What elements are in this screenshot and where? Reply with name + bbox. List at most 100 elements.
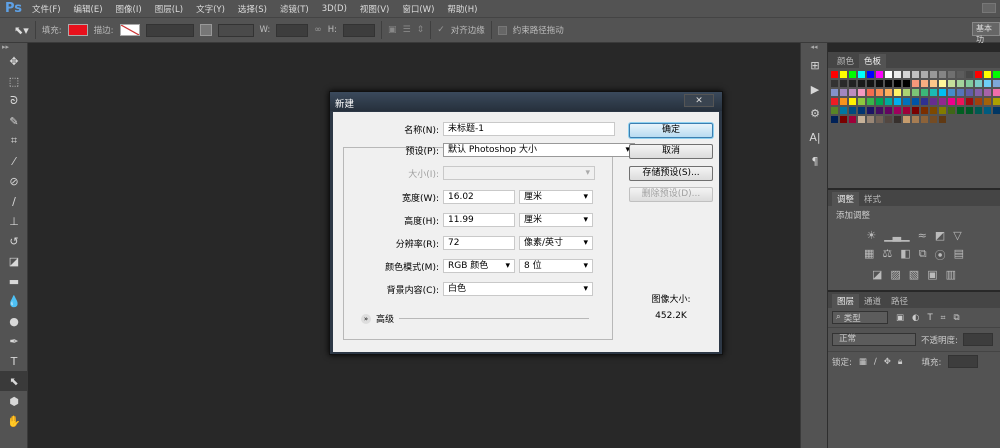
color-swatch[interactable] (947, 79, 956, 88)
color-swatch[interactable] (920, 97, 929, 106)
color-mode-select[interactable]: RGB 颜色 (443, 259, 515, 273)
color-balance-icon[interactable]: ⚖ (882, 247, 892, 263)
cancel-button[interactable]: 取消 (629, 144, 713, 159)
color-swatch[interactable] (965, 106, 974, 115)
color-swatch[interactable] (848, 88, 857, 97)
color-swatch[interactable] (875, 88, 884, 97)
color-swatch[interactable] (992, 106, 1000, 115)
color-swatch[interactable] (902, 115, 911, 124)
name-input[interactable]: 未标题-1 (443, 122, 615, 136)
color-swatch[interactable] (947, 97, 956, 106)
color-swatch[interactable] (830, 88, 839, 97)
color-swatch[interactable] (938, 106, 947, 115)
color-swatch[interactable] (956, 79, 965, 88)
menu-filter[interactable]: 滤镜(T) (280, 3, 309, 15)
path-select-tool-icon[interactable]: ⬉ (0, 371, 28, 391)
filter-type-icon[interactable]: T (927, 313, 932, 323)
menu-image[interactable]: 图像(I) (116, 3, 142, 15)
actions-play-icon[interactable]: ▶ (801, 77, 829, 101)
color-swatch[interactable] (884, 79, 893, 88)
preset-select[interactable]: 默认 Photoshop 大小 (443, 143, 635, 157)
color-swatch[interactable] (938, 97, 947, 106)
color-swatch[interactable] (911, 88, 920, 97)
levels-icon[interactable]: ▁▃▁ (884, 229, 909, 242)
color-swatch[interactable] (848, 79, 857, 88)
posterize-icon[interactable]: ▨ (890, 268, 900, 281)
color-swatch[interactable] (974, 97, 983, 106)
width-field[interactable] (276, 23, 309, 37)
workspace-switcher[interactable]: 基本功 (972, 22, 1000, 44)
color-swatch[interactable] (974, 70, 983, 79)
color-swatch[interactable] (974, 88, 983, 97)
menu-layer[interactable]: 图层(L) (155, 3, 183, 15)
color-swatch[interactable] (911, 79, 920, 88)
gradient-map-icon[interactable]: ▥ (946, 268, 956, 281)
filter-pixel-icon[interactable]: ▣ (896, 313, 904, 323)
color-swatch[interactable] (974, 106, 983, 115)
stroke-type-dropdown[interactable] (217, 23, 254, 37)
opacity-field[interactable] (962, 333, 993, 346)
tab-channels[interactable]: 通道 (859, 294, 886, 308)
blend-mode-dropdown[interactable]: 正常 (832, 333, 916, 346)
selective-color-icon[interactable]: ▣ (927, 268, 937, 281)
color-swatch[interactable] (830, 79, 839, 88)
color-swatch[interactable] (929, 70, 938, 79)
tab-paths[interactable]: 路径 (886, 294, 913, 308)
color-swatch[interactable] (938, 88, 947, 97)
color-swatch[interactable] (848, 115, 857, 124)
path-alignment-icon[interactable]: ☰ (403, 25, 411, 35)
link-icon[interactable]: ∞ (314, 25, 322, 35)
constrain-path-checkbox[interactable] (497, 25, 507, 35)
lock-transparent-icon[interactable]: ▦ (859, 357, 867, 367)
tab-adjustments[interactable]: 调整 (832, 192, 860, 206)
color-swatch[interactable] (866, 79, 875, 88)
color-swatch[interactable] (857, 70, 866, 79)
fill-swatch[interactable] (67, 24, 88, 36)
color-swatch[interactable] (965, 70, 974, 79)
color-swatch[interactable] (956, 97, 965, 106)
color-swatch[interactable] (956, 70, 965, 79)
eraser-tool-icon[interactable]: ◪ (0, 251, 28, 271)
color-swatch[interactable] (929, 88, 938, 97)
color-swatch[interactable] (983, 70, 992, 79)
color-swatch[interactable] (929, 106, 938, 115)
healing-brush-icon[interactable]: ⊘ (0, 171, 28, 191)
color-swatch[interactable] (866, 70, 875, 79)
tab-color[interactable]: 颜色 (832, 54, 859, 68)
color-swatch[interactable] (866, 88, 875, 97)
color-swatch[interactable] (992, 88, 1000, 97)
color-swatch[interactable] (839, 106, 848, 115)
color-swatch[interactable] (893, 70, 902, 79)
path-operations-icon[interactable]: ▣ (388, 25, 397, 35)
dodge-tool-icon[interactable]: ● (0, 311, 28, 331)
color-swatch[interactable] (902, 88, 911, 97)
tab-layers[interactable]: 图层 (832, 294, 860, 308)
height-field[interactable] (343, 23, 376, 37)
color-swatch[interactable] (875, 115, 884, 124)
height-unit-select[interactable]: 厘米 (519, 213, 593, 227)
color-swatch[interactable] (929, 97, 938, 106)
crop-tool-icon[interactable]: ⌗ (0, 131, 28, 151)
color-swatch[interactable] (830, 70, 839, 79)
quick-select-tool-icon[interactable]: ✎ (0, 111, 28, 131)
color-swatch[interactable] (857, 115, 866, 124)
color-swatch[interactable] (947, 88, 956, 97)
color-swatch[interactable] (884, 88, 893, 97)
color-swatch[interactable] (965, 97, 974, 106)
save-preset-button[interactable]: 存储预设(S)... (629, 166, 713, 181)
color-swatch[interactable] (920, 115, 929, 124)
width-input[interactable]: 16.02 (443, 190, 515, 204)
filter-shape-icon[interactable]: ⌗ (941, 313, 946, 323)
filter-adjust-icon[interactable]: ◐ (912, 313, 919, 323)
color-swatch[interactable] (857, 97, 866, 106)
resolution-input[interactable]: 72 (443, 236, 515, 250)
color-swatch[interactable] (875, 106, 884, 115)
color-swatch[interactable] (983, 97, 992, 106)
color-swatch[interactable] (857, 106, 866, 115)
tab-styles[interactable]: 样式 (859, 192, 886, 206)
menu-window[interactable]: 窗口(W) (402, 3, 434, 15)
brush-tool-icon[interactable]: ∕ (0, 191, 28, 211)
align-edges-checkbox[interactable]: ✓ (437, 25, 445, 35)
color-swatch[interactable] (893, 79, 902, 88)
eyedropper-tool-icon[interactable]: ⁄ (0, 151, 28, 171)
